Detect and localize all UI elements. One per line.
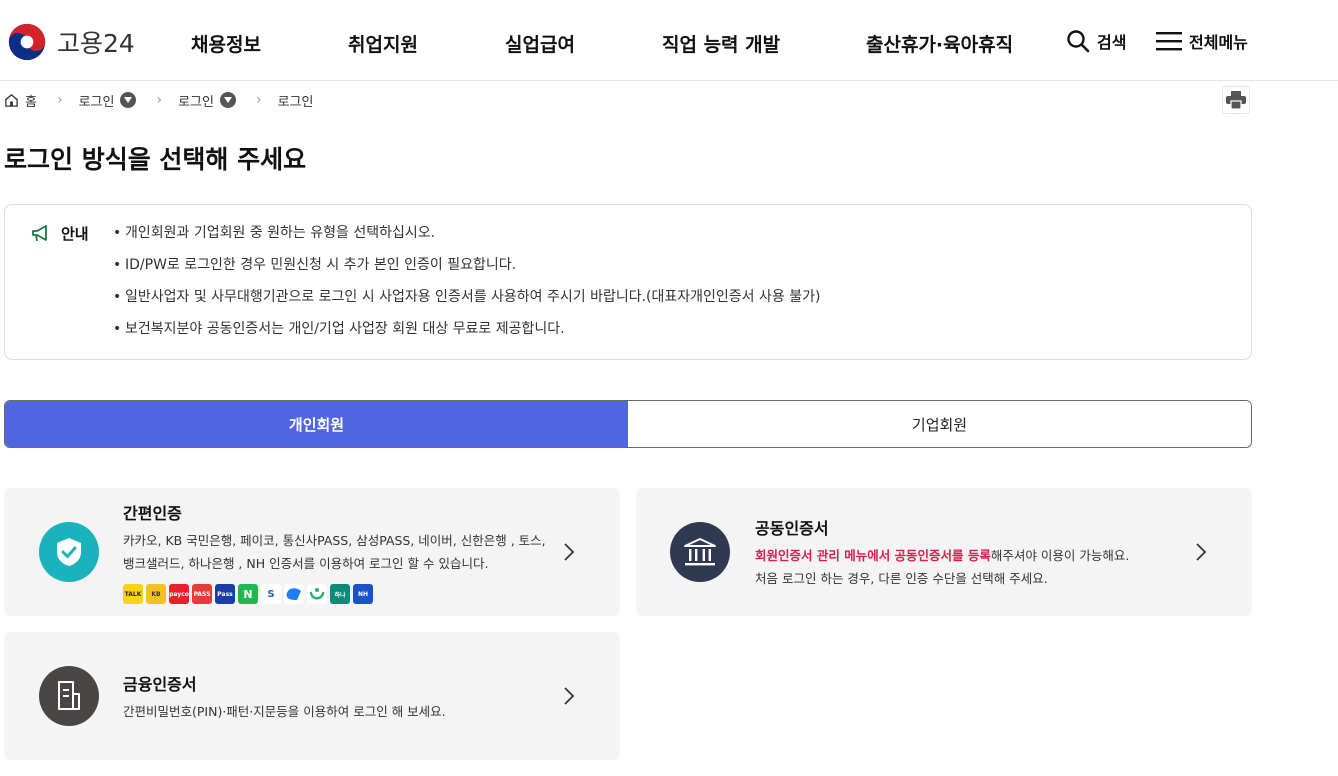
- all-menu-label: 전체메뉴: [1189, 33, 1248, 52]
- joint-certificate-highlight: 회원인증서 관리 메뉴에서 공동인증서를 등록: [755, 548, 991, 563]
- simple-auth-title: 간편인증: [123, 504, 182, 523]
- chevron-right-icon: [1190, 541, 1212, 563]
- chevron-right-icon: ›: [56, 92, 63, 108]
- nav-unemployment-benefit[interactable]: 실업급여: [505, 30, 575, 57]
- provider-logos: TALK KB payco PASS Pass N S 하나 NH: [123, 584, 373, 604]
- breadcrumb-label: 로그인: [78, 94, 115, 110]
- pass-icon: PASS: [192, 584, 212, 604]
- notice-title: 안내: [61, 225, 89, 243]
- member-type-tabs: 개인회원 기업회원: [4, 400, 1252, 448]
- breadcrumb-home[interactable]: 홈: [4, 91, 37, 110]
- simple-auth-desc-line: 카카오, KB 국민은행, 페이코, 통신사PASS, 삼성PASS, 네이버,…: [123, 533, 546, 548]
- naver-icon: N: [238, 584, 258, 604]
- bank-building-icon: [670, 522, 730, 582]
- notice-box: 안내 개인회원과 기업회원 중 원하는 유형을 선택하십시오. ID/PW로 로…: [4, 204, 1252, 360]
- financial-certificate-desc: 간편비밀번호(PIN)·패턴·지문등을 이용하여 로그인 해 보세요.: [123, 704, 446, 719]
- print-button[interactable]: [1222, 86, 1250, 114]
- joint-certificate-desc: 회원인증서 관리 메뉴에서 공동인증서를 등록해주셔야 이용이 가능해요. 처음…: [755, 544, 1129, 590]
- simple-auth-card[interactable]: 간편인증 카카오, KB 국민은행, 페이코, 통신사PASS, 삼성PASS,…: [4, 488, 620, 616]
- logo[interactable]: 고용24: [5, 22, 135, 62]
- joint-certificate-desc-line: 회원인증서 관리 메뉴에서 공동인증서를 등록해주셔야 이용이 가능해요.: [755, 544, 1129, 567]
- notice-item: 보건복지분야 공동인증서는 개인/기업 사업장 회원 대상 무료로 제공합니다.: [113, 319, 820, 351]
- toss-icon: [284, 584, 304, 604]
- hana-icon: 하나: [330, 584, 350, 604]
- samsung-pass-icon: Pass: [215, 584, 235, 604]
- notice-item: ID/PW로 로그인한 경우 민원신청 시 추가 본인 인증이 필요합니다.: [113, 255, 820, 287]
- nav-skills-development[interactable]: 직업 능력 개발: [662, 30, 780, 57]
- taegeuk-logo-icon: [8, 23, 46, 61]
- document-icon: [39, 666, 99, 726]
- site-header: 고용24 채용정보 취업지원 실업급여 직업 능력 개발 출산휴가·육아휴직 검…: [0, 0, 1338, 81]
- search-label: 검색: [1097, 33, 1127, 52]
- chevron-right-icon: ›: [255, 92, 262, 108]
- notice-header: 안내: [31, 223, 89, 244]
- financial-certificate-title: 금융인증서: [123, 675, 197, 694]
- payco-icon: payco: [169, 584, 189, 604]
- tab-individual[interactable]: 개인회원: [5, 401, 628, 447]
- nh-icon: NH: [353, 584, 373, 604]
- all-menu-button[interactable]: 전체메뉴: [1156, 29, 1248, 53]
- shield-check-icon: [39, 522, 99, 582]
- joint-certificate-title: 공동인증서: [755, 519, 829, 538]
- nav-parental-leave[interactable]: 출산휴가·육아휴직: [866, 30, 1013, 57]
- chevron-right-icon: ›: [156, 92, 163, 108]
- dropdown-icon[interactable]: [219, 92, 236, 108]
- kb-icon: KB: [146, 584, 166, 604]
- financial-certificate-card[interactable]: 금융인증서 간편비밀번호(PIN)·패턴·지문등을 이용하여 로그인 해 보세요…: [4, 632, 620, 760]
- breadcrumb: 홈 › 로그인 › 로그인 › 로그인: [4, 90, 313, 110]
- joint-certificate-desc-line: 처음 로그인 하는 경우, 다른 인증 수단을 선택해 주세요.: [755, 571, 1048, 586]
- chevron-right-icon: [558, 541, 580, 563]
- search-button[interactable]: 검색: [1066, 29, 1126, 53]
- page-title: 로그인 방식을 선택해 주세요: [4, 145, 307, 174]
- nav-jobs[interactable]: 채용정보: [191, 30, 261, 57]
- banksalad-icon: [307, 584, 327, 604]
- logo-text: 고용24: [57, 29, 135, 58]
- simple-auth-desc: 카카오, KB 국민은행, 페이코, 통신사PASS, 삼성PASS, 네이버,…: [123, 529, 546, 575]
- simple-auth-desc-line: 뱅크샐러드, 하나은행 , NH 인증서를 이용하여 로그인 할 수 있습니다.: [123, 556, 489, 571]
- shinhan-icon: S: [261, 584, 281, 604]
- printer-icon: [1226, 91, 1246, 109]
- notice-item: 일반사업자 및 사무대행기관으로 로그인 시 사업자용 인증서를 사용하여 주시…: [113, 287, 820, 319]
- breadcrumb-item[interactable]: 로그인: [178, 91, 236, 110]
- kakao-icon: TALK: [123, 584, 143, 604]
- chevron-right-icon: [558, 685, 580, 707]
- notice-list: 개인회원과 기업회원 중 원하는 유형을 선택하십시오. ID/PW로 로그인한…: [113, 223, 820, 351]
- breadcrumb-home-label: 홈: [25, 94, 37, 110]
- notice-item: 개인회원과 기업회원 중 원하는 유형을 선택하십시오.: [113, 223, 820, 255]
- breadcrumb-label: 로그인: [277, 94, 314, 110]
- search-icon: [1067, 30, 1090, 53]
- joint-certificate-card[interactable]: 공동인증서 회원인증서 관리 메뉴에서 공동인증서를 등록해주셔야 이용이 가능…: [636, 488, 1252, 616]
- breadcrumb-current: 로그인: [278, 91, 314, 110]
- breadcrumb-item[interactable]: 로그인: [79, 91, 137, 110]
- dropdown-icon[interactable]: [120, 92, 137, 108]
- breadcrumb-label: 로그인: [178, 94, 214, 110]
- tab-corporate[interactable]: 기업회원: [628, 401, 1251, 447]
- joint-certificate-desc-rest: 해주셔야 이용이 가능해요.: [990, 548, 1130, 563]
- home-icon: [5, 93, 18, 107]
- hamburger-menu-icon: [1156, 32, 1182, 51]
- nav-employment-support[interactable]: 취업지원: [348, 30, 418, 57]
- megaphone-icon: [32, 224, 47, 241]
